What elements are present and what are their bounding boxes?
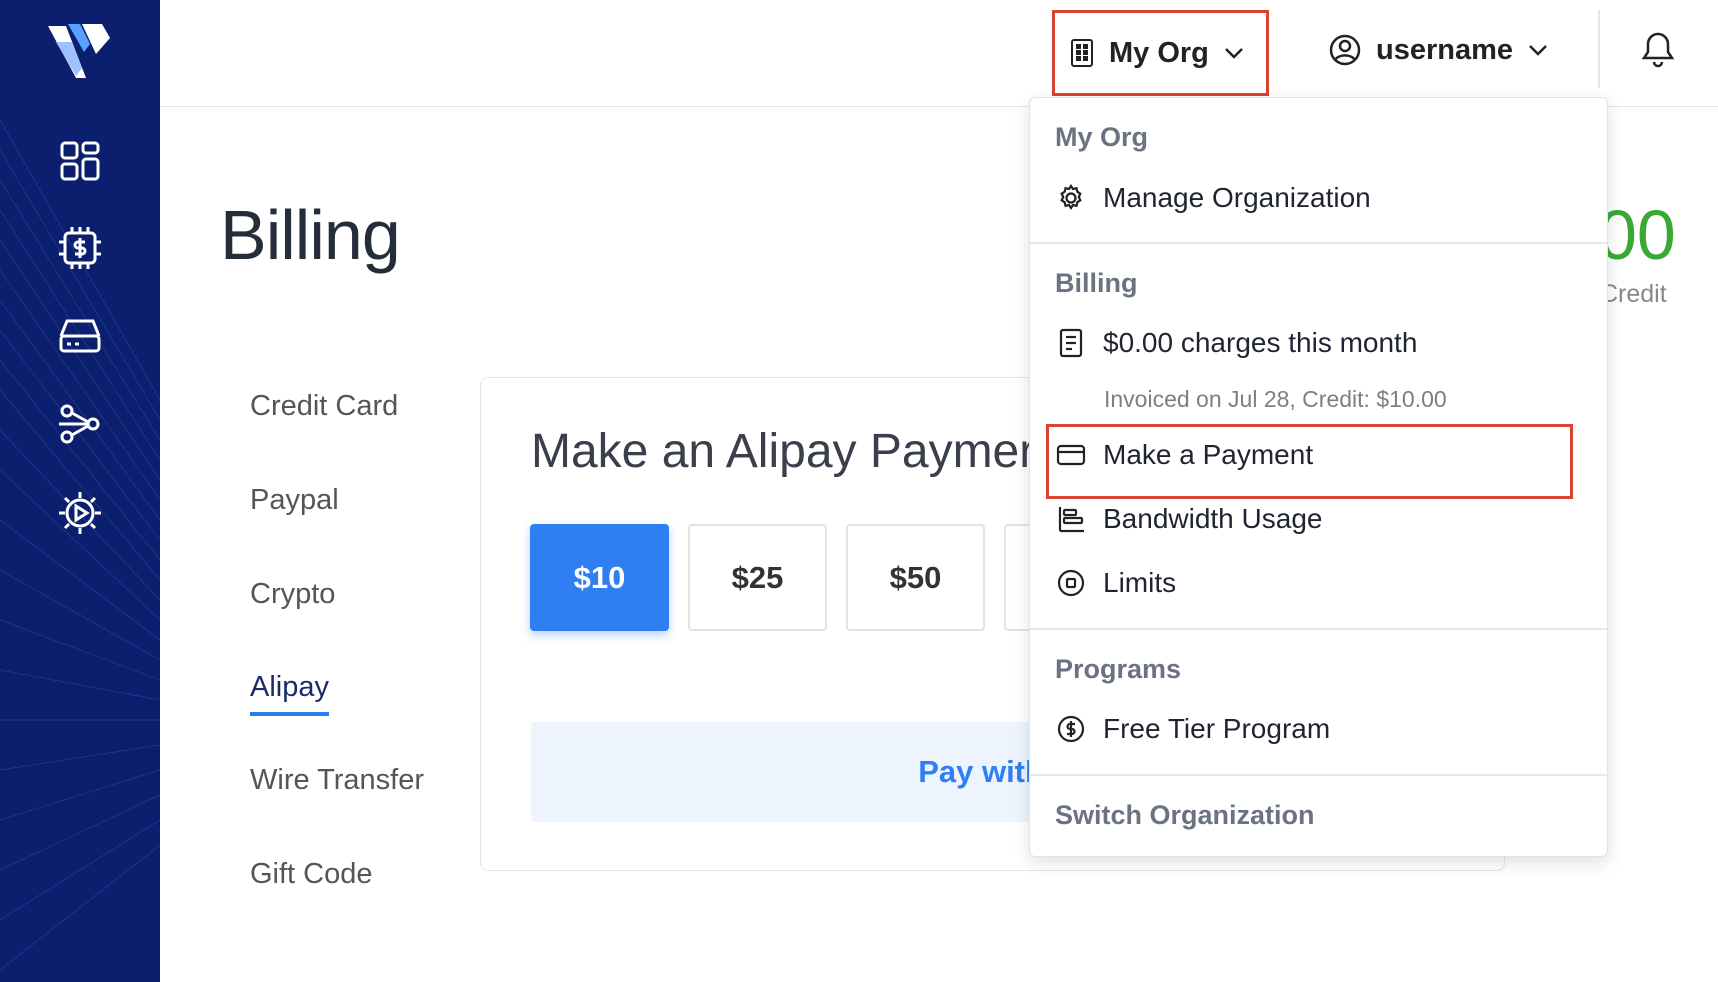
tab-credit-card[interactable]: Credit Card xyxy=(250,390,398,423)
tab-alipay[interactable]: Alipay xyxy=(250,671,329,716)
amount-50-button[interactable]: $50 xyxy=(846,524,985,631)
tab-paypal[interactable]: Paypal xyxy=(250,484,339,517)
billing-chip-icon[interactable] xyxy=(56,224,104,272)
menu-item-label: Make a Payment xyxy=(1103,439,1314,470)
dropdown-divider xyxy=(1030,628,1607,630)
tab-gift-code[interactable]: Gift Code xyxy=(250,858,373,891)
menu-item-make-payment[interactable]: Make a Payment xyxy=(1055,439,1313,471)
menu-item-charges[interactable]: $0.00 charges this month xyxy=(1055,327,1417,359)
building-icon xyxy=(1071,39,1093,67)
org-switcher-button[interactable]: My Org xyxy=(1052,10,1269,96)
org-switcher-label: My Org xyxy=(1109,36,1209,69)
menu-item-bandwidth-usage[interactable]: Bandwidth Usage xyxy=(1055,503,1322,535)
credit-card-icon xyxy=(1055,439,1087,471)
dashboard-icon[interactable] xyxy=(56,137,104,185)
amount-25-button[interactable]: $25 xyxy=(688,524,827,631)
user-avatar-icon xyxy=(1329,34,1361,66)
menu-item-label: Bandwidth Usage xyxy=(1103,503,1323,534)
chevron-down-icon xyxy=(1529,45,1547,56)
sidebar xyxy=(0,0,160,982)
menu-item-limits[interactable]: Limits xyxy=(1055,567,1176,599)
org-dropdown-menu: My Org Manage Organization Billing $0.00… xyxy=(1029,97,1608,857)
dropdown-section-programs: Programs xyxy=(1055,654,1182,684)
storage-icon[interactable] xyxy=(56,312,104,360)
menu-item-label: $0.00 charges this month xyxy=(1103,327,1418,358)
receipt-icon xyxy=(1055,327,1087,359)
menu-item-label: Limits xyxy=(1103,567,1177,598)
bar-chart-icon xyxy=(1055,503,1087,535)
notifications-bell-icon[interactable] xyxy=(1638,28,1678,72)
page-title: Billing xyxy=(220,196,401,274)
amount-10-button[interactable]: $10 xyxy=(530,524,669,631)
menu-item-free-tier-program[interactable]: Free Tier Program xyxy=(1055,713,1330,745)
dropdown-section-my-org: My Org xyxy=(1055,122,1149,152)
menu-item-label: Free Tier Program xyxy=(1103,713,1331,744)
user-menu-label: username xyxy=(1376,33,1514,66)
menu-item-manage-organization[interactable]: Manage Organization xyxy=(1055,182,1371,214)
topbar-divider xyxy=(1598,10,1600,88)
top-bar: My Org username xyxy=(160,0,1718,107)
tab-crypto[interactable]: Crypto xyxy=(250,578,335,611)
credit-amount: 00 xyxy=(1598,196,1676,274)
network-icon[interactable] xyxy=(56,400,104,448)
dropdown-section-billing: Billing xyxy=(1055,268,1138,298)
user-menu-button[interactable]: username xyxy=(1328,20,1549,80)
dropdown-divider xyxy=(1030,774,1607,776)
dropdown-divider xyxy=(1030,242,1607,244)
vultr-logo[interactable] xyxy=(46,20,114,80)
chevron-down-icon xyxy=(1225,48,1243,59)
tab-wire-transfer[interactable]: Wire Transfer xyxy=(250,764,424,797)
menu-item-label: Manage Organization xyxy=(1103,182,1371,213)
card-title: Make an Alipay Paymer xyxy=(531,425,1036,478)
menu-item-switch-organization[interactable]: Switch Organization xyxy=(1055,800,1315,831)
settings-play-icon[interactable] xyxy=(56,489,104,537)
invoice-note: Invoiced on Jul 28, Credit: $10.00 xyxy=(1104,386,1447,412)
dollar-circle-icon xyxy=(1055,713,1087,745)
credit-label: Credit xyxy=(1600,280,1667,308)
limits-icon xyxy=(1055,567,1087,599)
gear-icon xyxy=(1055,182,1087,214)
